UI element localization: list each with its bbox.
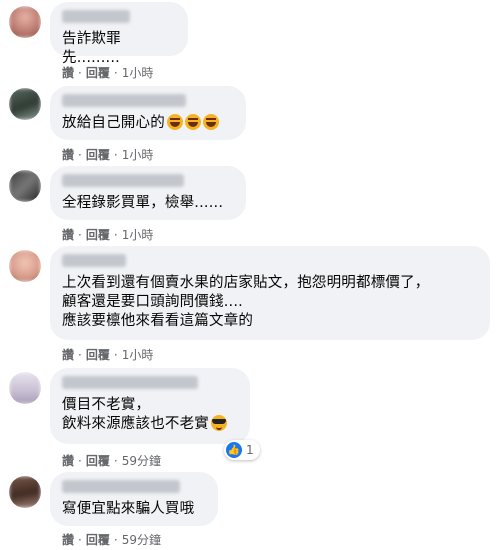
comment-bubble: 上次看到還有個賣水果的店家貼文，抱怨明明都標價了， 顧客還是要口頭詢問價錢...… [50,246,490,340]
separator: · [113,66,118,80]
like-button[interactable]: 讚 [62,348,74,362]
separator: · [78,66,82,80]
reply-button[interactable]: 回覆 [86,348,110,362]
reaction-number: 1 [246,443,254,457]
like-button[interactable]: 讚 [62,66,74,80]
comment-time[interactable]: 1小時 [122,66,154,80]
sunglasses-emoji-icon [211,415,227,431]
comment-text: 全程錄影買單，檢舉...... [62,195,224,211]
comment-actions: 讚 · 回覆 · 1小時 [62,346,153,363]
like-button[interactable]: 讚 [62,454,74,468]
comment-bubble: 告詐欺罪先......... [50,2,188,66]
comment-text-content: 價目不老實， 飲料來源應該也不老實 [62,397,209,432]
comment-time[interactable]: 1小時 [122,348,154,362]
laughing-emoji-icon [184,114,201,130]
separator: · [113,148,118,162]
comment-time[interactable]: 59分鐘 [122,454,161,468]
commenter-name[interactable] [62,174,184,187]
comment-time[interactable]: 59分鐘 [122,533,161,547]
comment-actions: 讚 · 回覆 · 59分鐘 [62,531,161,548]
separator: · [113,228,118,242]
laughing-emoji-icon [202,114,219,130]
comment-text-content: 放給自己開心的 [62,115,165,131]
commenter-name[interactable] [62,10,130,23]
comment-text: 放給自己開心的 [62,114,234,133]
separator: · [113,454,118,468]
comment-time[interactable]: 1小時 [122,148,154,162]
like-button[interactable]: 讚 [62,148,74,162]
reply-button[interactable]: 回覆 [86,454,110,468]
comment-actions: 讚 · 回覆 · 59分鐘 [62,452,161,469]
separator: · [113,533,118,547]
commenter-name[interactable] [62,480,180,493]
reply-button[interactable]: 回覆 [86,66,110,80]
comment-text: 寫便宜點來騙人買哦 [62,501,195,517]
like-button[interactable]: 讚 [62,228,74,242]
like-icon: 👍 [226,442,242,458]
comment-text: 價目不老實， 飲料來源應該也不老實 [62,396,238,434]
avatar[interactable] [9,372,41,404]
comment-text: 告詐欺罪先......... [62,31,121,66]
comment-bubble: 全程錄影買單，檢舉...... [50,166,246,220]
comment-text: 上次看到還有個賣水果的店家貼文，抱怨明明都標價了， 顧客還是要口頭詢問價錢...… [62,275,430,329]
reply-button[interactable]: 回覆 [86,533,110,547]
reply-button[interactable]: 回覆 [86,228,110,242]
avatar[interactable] [9,6,41,38]
like-button[interactable]: 讚 [62,533,74,547]
comment-actions: 讚 · 回覆 · 1小時 [62,64,153,81]
reaction-count[interactable]: 👍 1 [224,440,260,460]
comment-actions: 讚 · 回覆 · 1小時 [62,226,153,243]
comment-bubble: 放給自己開心的 [50,86,246,140]
separator: · [78,533,82,547]
commenter-name[interactable] [62,254,126,267]
comment-bubble: 價目不老實， 飲料來源應該也不老實 [50,368,250,444]
separator: · [113,348,118,362]
avatar[interactable] [9,476,41,508]
commenter-name[interactable] [62,94,186,107]
comment-actions: 讚 · 回覆 · 1小時 [62,146,153,163]
laughing-emoji-icon [166,114,183,130]
avatar[interactable] [9,88,41,120]
avatar[interactable] [9,170,41,202]
comment-time[interactable]: 1小時 [122,228,154,242]
separator: · [78,454,82,468]
separator: · [78,348,82,362]
separator: · [78,148,82,162]
comment-bubble: 寫便宜點來騙人買哦 [50,472,218,526]
reply-button[interactable]: 回覆 [86,148,110,162]
commenter-name[interactable] [62,376,198,389]
separator: · [78,228,82,242]
avatar[interactable] [9,250,41,282]
